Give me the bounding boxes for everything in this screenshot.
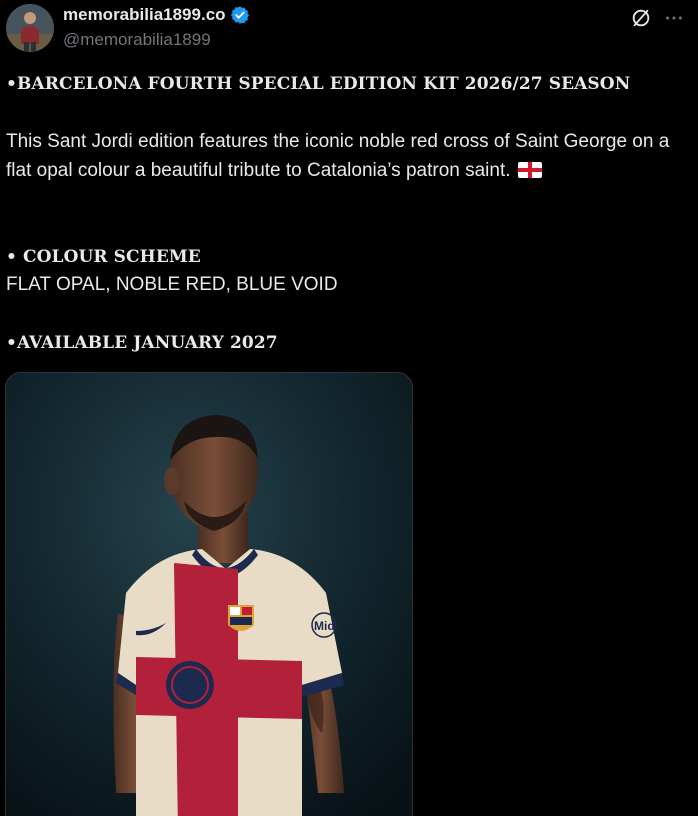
colour-scheme-heading: • COLOUR SCHEME <box>6 247 201 267</box>
sleeve-sponsor-text: Mid <box>314 619 335 633</box>
author-display-name[interactable]: memorabilia1899.co <box>63 5 250 25</box>
author-name-text[interactable]: memorabilia1899.co <box>63 5 226 25</box>
author-avatar[interactable] <box>6 4 54 52</box>
colour-scheme-values: FLAT OPAL, NOBLE RED, BLUE VOID <box>6 274 338 295</box>
post-title-line: •BARCELONA FOURTH SPECIAL EDITION KIT 20… <box>6 74 631 94</box>
availability-line: •AVAILABLE JANUARY 2027 <box>6 333 278 353</box>
more-options-icon[interactable] <box>663 7 685 29</box>
grok-icon[interactable] <box>630 7 652 29</box>
post-photo[interactable]: Mid <box>5 372 413 816</box>
tweet: memorabilia1899.co @memorabilia1899 •BAR… <box>0 0 698 816</box>
author-handle[interactable]: @memorabilia1899 <box>63 30 211 50</box>
england-flag-icon <box>517 162 542 178</box>
verified-badge-icon <box>230 5 250 25</box>
post-description: This Sant Jordi edition features the ico… <box>6 127 678 185</box>
post-description-text: This Sant Jordi edition features the ico… <box>6 131 670 181</box>
